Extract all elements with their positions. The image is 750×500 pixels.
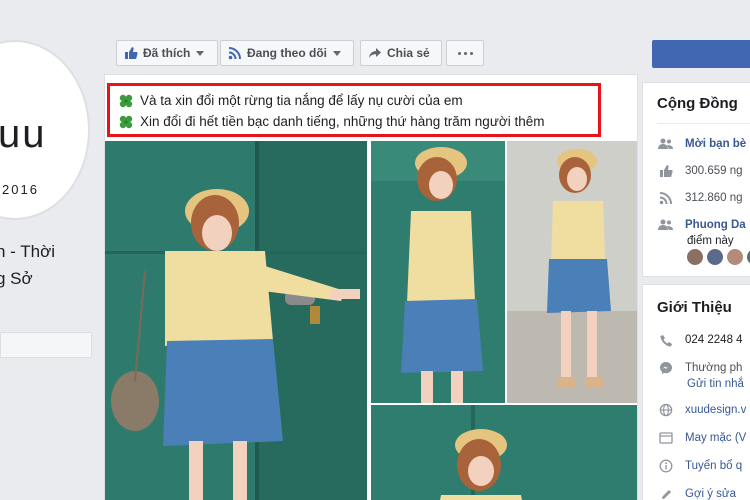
friend-avatar[interactable] bbox=[687, 249, 703, 265]
response-time: Thường ph bbox=[685, 362, 743, 374]
jobs-link: Tuyển bổ q bbox=[685, 460, 743, 472]
post-card: Và ta xin đổi một rừng tia nắng để lấy n… bbox=[104, 74, 638, 500]
liked-button[interactable]: Đã thích bbox=[116, 40, 218, 66]
post-caption-highlight: Và ta xin đổi một rừng tia nắng để lấy n… bbox=[107, 83, 601, 137]
fashion-photo bbox=[371, 141, 505, 403]
caption-line-text: Xin đổi đi hết tiền bạc danh tiếng, nhữn… bbox=[140, 114, 545, 129]
category-row[interactable]: May mặc (V bbox=[657, 429, 746, 447]
caption-line: Và ta xin đổi một rừng tia nắng để lấy n… bbox=[118, 90, 590, 111]
friend-avatars bbox=[687, 249, 750, 265]
facebook-page: uu 2016 n - Thời g Sở Đã thích Đang theo… bbox=[0, 0, 750, 500]
caption-line: Xin đổi đi hết tiền bạc danh tiếng, nhữn… bbox=[118, 111, 590, 132]
jobs-row[interactable]: Tuyển bổ q bbox=[657, 457, 742, 475]
thumbs-up-icon bbox=[657, 164, 675, 178]
profile-avatar[interactable]: uu 2016 bbox=[0, 40, 90, 220]
follows-count-row: 312.860 ng bbox=[657, 189, 743, 207]
friend-avatar[interactable] bbox=[707, 249, 723, 265]
chevron-down-icon bbox=[333, 50, 341, 56]
page-name[interactable]: n - Thời g Sở bbox=[0, 238, 106, 292]
people-icon bbox=[657, 137, 675, 151]
friend-likes-suffix-row: điểm này bbox=[687, 232, 734, 250]
avatar-year-text: 2016 bbox=[2, 182, 39, 197]
friend-likes-suffix: điểm này bbox=[687, 235, 734, 247]
pencil-icon bbox=[657, 487, 675, 500]
info-icon bbox=[657, 459, 675, 473]
likes-count: 300.659 ng bbox=[685, 165, 743, 177]
messenger-icon bbox=[657, 361, 675, 375]
follows-count: 312.860 ng bbox=[685, 192, 743, 204]
friend-avatar[interactable] bbox=[727, 249, 743, 265]
fashion-photo bbox=[105, 141, 367, 500]
post-photo-4[interactable] bbox=[371, 405, 637, 500]
post-photo-3[interactable] bbox=[507, 141, 637, 403]
community-title: Cộng Đồng bbox=[657, 95, 738, 112]
friend-name-link: Phuong Da bbox=[685, 219, 746, 231]
page-name-line1: n - Thời bbox=[0, 242, 56, 261]
send-message-link: Gửi tin nhắ bbox=[687, 378, 744, 390]
rss-icon bbox=[657, 191, 675, 205]
caption-line-text: Và ta xin đổi một rừng tia nắng để lấy n… bbox=[140, 93, 463, 108]
category-link: May mặc (V bbox=[685, 432, 747, 444]
post-photo-2[interactable] bbox=[371, 141, 505, 403]
likes-count-row: 300.659 ng bbox=[657, 162, 743, 180]
phone-row: 024 2248 4 bbox=[657, 331, 743, 349]
more-dot-icon bbox=[457, 51, 461, 55]
page-action-bar: Đã thích Đang theo dõi Chia sẻ bbox=[104, 34, 638, 70]
community-card: Cộng Đồng Mời bạn bè 300.659 ng 312.860 … bbox=[642, 82, 750, 277]
share-button[interactable]: Chia sẻ bbox=[360, 40, 442, 66]
category-icon bbox=[657, 431, 675, 445]
send-message-row[interactable]: Gửi tin nhắ bbox=[687, 375, 744, 393]
fashion-photo bbox=[371, 405, 637, 500]
sidebar-top-button[interactable] bbox=[652, 40, 750, 68]
suggest-edit-row[interactable]: Gợi ý sửa bbox=[657, 485, 736, 500]
more-dot-icon bbox=[469, 51, 473, 55]
chevron-down-icon bbox=[196, 50, 205, 56]
share-arrow-icon bbox=[369, 48, 381, 58]
profile-column: uu 2016 n - Thời g Sở bbox=[0, 0, 100, 500]
fashion-photo bbox=[507, 141, 637, 403]
liked-button-label: Đã thích bbox=[143, 46, 191, 60]
website-row[interactable]: xuudesign.v bbox=[657, 401, 746, 419]
about-card: Giới Thiệu 024 2248 4 Thường ph Gửi tin … bbox=[642, 284, 750, 500]
more-options-button[interactable] bbox=[446, 40, 484, 66]
suggest-edit-link: Gợi ý sửa bbox=[685, 488, 737, 500]
people-icon bbox=[657, 218, 675, 232]
about-title: Giới Thiệu bbox=[657, 299, 732, 316]
following-button[interactable]: Đang theo dõi bbox=[220, 40, 354, 66]
website-link: xuudesign.v bbox=[685, 404, 747, 416]
divider bbox=[657, 123, 750, 124]
post-photo-main[interactable] bbox=[105, 141, 367, 500]
invite-friends-link: Mời bạn bè bbox=[685, 138, 747, 150]
thumbs-up-icon bbox=[125, 47, 138, 59]
avatar-brand-text: uu bbox=[0, 112, 47, 156]
phone-number: 024 2248 4 bbox=[685, 334, 743, 346]
four-leaf-clover-icon bbox=[119, 94, 133, 107]
page-name-line2: g Sở bbox=[0, 269, 33, 288]
four-leaf-clover-icon bbox=[119, 115, 133, 128]
phone-icon bbox=[657, 333, 675, 347]
share-button-label: Chia sẻ bbox=[387, 46, 430, 60]
globe-icon bbox=[657, 403, 675, 417]
rss-icon bbox=[228, 47, 241, 60]
more-dot-icon bbox=[463, 51, 467, 55]
right-sidebar: Cộng Đồng Mời bạn bè 300.659 ng 312.860 … bbox=[642, 0, 750, 500]
following-button-label: Đang theo dõi bbox=[247, 46, 327, 60]
left-nav-item[interactable] bbox=[0, 332, 92, 358]
invite-friends-row[interactable]: Mời bạn bè bbox=[657, 135, 746, 153]
